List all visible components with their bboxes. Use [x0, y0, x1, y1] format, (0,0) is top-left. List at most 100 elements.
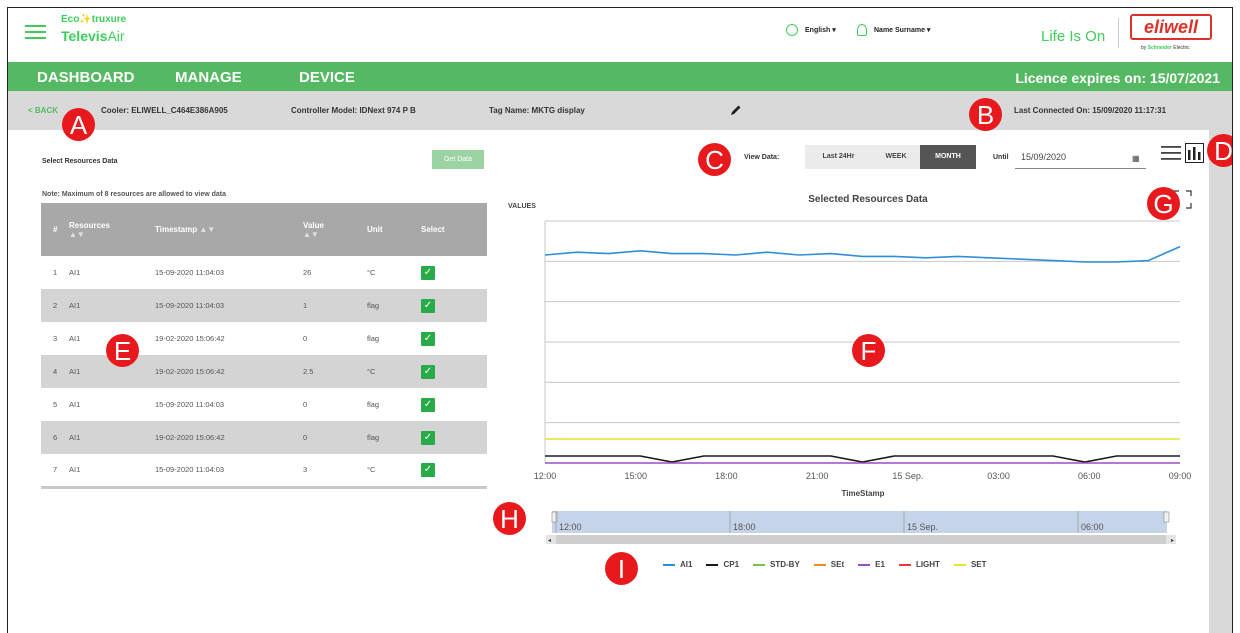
header-divider: [1118, 18, 1119, 48]
legend-swatch: [898, 563, 911, 566]
row-timestamp: 19-02-2020 15:06:42: [155, 355, 303, 388]
row-unit: flag: [367, 400, 380, 409]
col-timestamp-label: Timestamp: [155, 225, 198, 234]
x-tick-label: 18:00: [715, 471, 738, 481]
row-number: 6: [41, 421, 69, 454]
callout-marker-a: A: [62, 108, 95, 141]
legend-item[interactable]: LIGHT: [898, 560, 940, 569]
nav-manage[interactable]: MANAGE: [175, 69, 242, 86]
legend-label: E1: [875, 560, 885, 569]
row-select: ✓: [421, 454, 487, 489]
col-value-label: Value: [303, 220, 324, 230]
get-data-button[interactable]: Get Data: [432, 150, 484, 169]
navigator-right-handle[interactable]: [1163, 511, 1170, 523]
top-header: Eco✨truxure TelevisAir English ▾ Name Su…: [8, 8, 1232, 51]
row-number: 4: [41, 355, 69, 388]
row-unit: flag: [367, 289, 421, 322]
navigator-window[interactable]: [552, 511, 1167, 533]
chart-view-icon[interactable]: [1185, 143, 1204, 163]
globe-icon[interactable]: [786, 24, 798, 36]
row-value: 26: [303, 268, 312, 277]
row-value: 0: [303, 421, 367, 454]
list-view-icon[interactable]: [1161, 144, 1181, 162]
logo-company-suffix: Electric: [1173, 45, 1190, 51]
x-tick-label: 09:00: [1169, 471, 1192, 481]
select-checkbox[interactable]: ✓: [421, 364, 435, 379]
col-resources[interactable]: Resources ▲▼: [69, 203, 155, 256]
back-link[interactable]: < BACK: [28, 106, 58, 115]
nav-device[interactable]: DEVICE: [299, 69, 355, 86]
brand-light-part: Air: [107, 28, 125, 44]
select-checkbox[interactable]: ✓: [421, 265, 435, 280]
select-checkbox[interactable]: ✓: [421, 462, 435, 477]
left-gutter: [8, 130, 21, 633]
row-number: 3: [53, 334, 58, 343]
row-value: 0: [303, 334, 308, 343]
legend-swatch: [858, 563, 871, 566]
chart-legend: AI1 CP1 STD-BY SEt E1 LIGHT SET: [663, 560, 987, 569]
calendar-icon[interactable]: ▦: [1132, 154, 1140, 163]
legend-swatch: [706, 563, 719, 566]
user-menu[interactable]: Name Surname ▾: [874, 26, 930, 34]
navigator-tick-label: 15 Sep.: [907, 522, 938, 532]
until-date-input[interactable]: [1015, 145, 1146, 169]
row-value: 0: [303, 400, 308, 409]
y-axis-label: VALUES: [508, 203, 536, 210]
select-checkbox[interactable]: ✓: [421, 331, 435, 346]
row-value: 3: [303, 454, 367, 489]
pencil-icon[interactable]: [730, 104, 742, 116]
row-resource: AI1: [69, 289, 155, 322]
callout-marker-g: G: [1147, 187, 1180, 220]
range-month[interactable]: MONTH: [920, 145, 976, 169]
logo-by: by: [1141, 45, 1147, 51]
row-resource: AI1: [69, 454, 155, 489]
range-last-24hr[interactable]: Last 24Hr: [805, 145, 872, 169]
range-week[interactable]: WEEK: [872, 145, 920, 169]
col-timestamp[interactable]: Timestamp ▲▼: [155, 203, 303, 256]
row-timestamp: 19-02-2020 15:06:42: [155, 334, 225, 343]
legend-item[interactable]: CP1: [706, 560, 739, 569]
select-checkbox[interactable]: ✓: [421, 298, 435, 313]
range-navigator[interactable]: 12:00 18:00 15 Sep. 06:00 ◂ ▸: [538, 508, 1188, 553]
scroll-left-arrow-icon[interactable]: ◂: [548, 538, 551, 544]
legend-label: SET: [970, 560, 987, 569]
legend-item[interactable]: E1: [858, 560, 885, 569]
legend-swatch: [813, 563, 826, 566]
chevron-down-icon: ▾: [926, 27, 931, 34]
nav-dashboard[interactable]: DASHBOARD: [37, 69, 135, 86]
row-number: 1: [53, 268, 58, 277]
brand-televisair: TelevisAir: [61, 28, 125, 44]
legend-item[interactable]: SEt: [813, 560, 844, 569]
navigator-scrollbar-thumb[interactable]: [556, 535, 1166, 544]
legend-item[interactable]: AI1: [663, 560, 692, 569]
brand-bold-part: Televis: [61, 28, 108, 44]
legend-item[interactable]: STD-BY: [753, 560, 800, 569]
user-icon[interactable]: [857, 24, 867, 36]
legend-swatch: [753, 563, 766, 566]
col-number: #: [41, 203, 69, 256]
x-tick-label: 15:00: [624, 471, 647, 481]
page-scrollbar[interactable]: [1209, 130, 1232, 633]
hamburger-menu-icon[interactable]: [25, 25, 46, 39]
sort-icon[interactable]: ▲▼: [199, 225, 215, 234]
row-select: ✓: [421, 322, 487, 355]
select-checkbox[interactable]: ✓: [421, 430, 435, 445]
col-value[interactable]: Value ▲▼: [303, 203, 367, 256]
cooler-name: Cooler: ELIWELL_C464E386A905: [101, 106, 228, 115]
table-row: 1 AI1 15-09-2020 11:04:03 26 °C ✓: [41, 256, 487, 289]
tag-name: Tag Name: MKTG display: [489, 106, 585, 115]
sort-icon[interactable]: ▲▼: [69, 230, 85, 239]
navigator-tick-label: 18:00: [733, 522, 756, 532]
callout-marker-b: B: [969, 98, 1002, 131]
legend-item[interactable]: SET: [953, 560, 987, 569]
resources-title: Select Resources Data: [42, 158, 118, 165]
scroll-right-arrow-icon[interactable]: ▸: [1171, 538, 1174, 544]
select-checkbox[interactable]: ✓: [421, 397, 435, 412]
x-tick-label: 12:00: [534, 471, 557, 481]
legend-swatch: [663, 563, 675, 566]
row-select: ✓: [421, 256, 487, 289]
row-select: ✓: [421, 388, 487, 421]
language-select[interactable]: English ▾: [805, 26, 836, 34]
sort-icon[interactable]: ▲▼: [303, 230, 319, 239]
chart-title: Selected Resources Data: [808, 194, 928, 205]
